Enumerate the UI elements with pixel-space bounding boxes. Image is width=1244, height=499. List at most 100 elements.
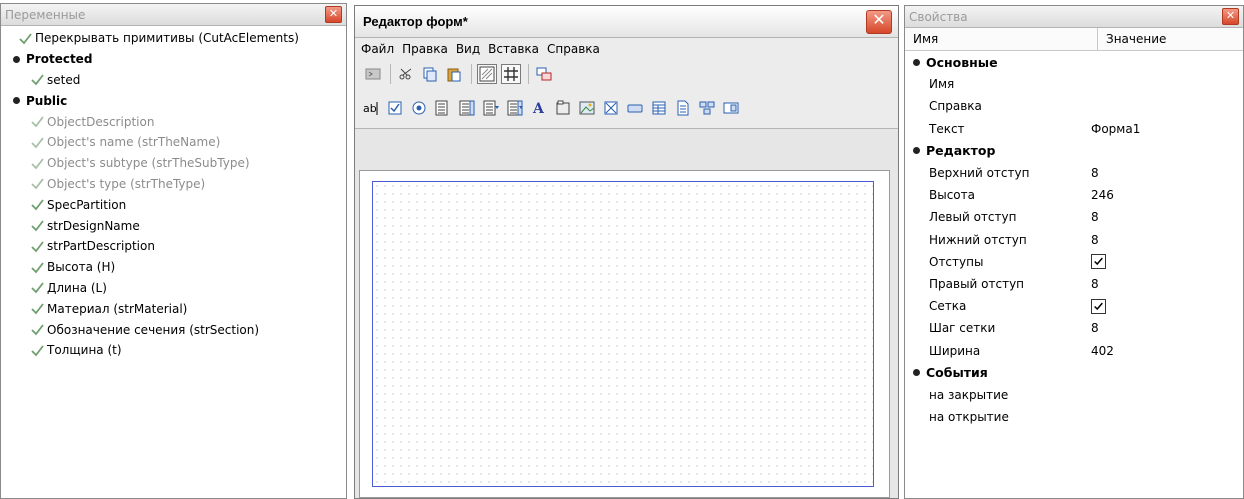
label-icon[interactable]: A (529, 98, 549, 118)
bullet-icon (913, 147, 920, 155)
tree-item-label: Public (26, 93, 68, 108)
property-row[interactable]: Верхний отступ 8 (905, 162, 1243, 184)
tree-item[interactable]: Перекрывать примитивы (CutAcElements) (1, 28, 346, 49)
grid-icon[interactable] (501, 64, 521, 84)
property-group-label: События (926, 365, 988, 381)
list-box-icon[interactable] (433, 98, 453, 118)
property-row[interactable]: Шаг сетки 8 (905, 317, 1243, 339)
property-key: Верхний отступ (929, 166, 1030, 181)
property-value[interactable]: Форма1 (1065, 122, 1140, 136)
show-form-icon[interactable] (477, 64, 497, 84)
close-icon[interactable]: ✕ (325, 6, 342, 23)
property-row[interactable]: на открытие (905, 406, 1243, 428)
checkbox-checked-icon[interactable] (1091, 254, 1106, 270)
menu-item[interactable]: Правка (402, 42, 448, 56)
property-key: Ширина (929, 343, 981, 358)
bullet-icon (913, 58, 920, 66)
tree-item-label: strPartDescription (47, 239, 155, 254)
tab-order-icon[interactable] (534, 64, 554, 84)
property-row[interactable]: Сетка (905, 295, 1243, 317)
property-checkbox[interactable] (1065, 254, 1106, 270)
tree-item-label: strDesignName (47, 218, 140, 233)
property-row[interactable]: Высота 246 (905, 184, 1243, 206)
property-row[interactable]: Ширина 402 (905, 339, 1243, 361)
checkbox-icon[interactable] (385, 98, 405, 118)
menu-item[interactable]: Справка (547, 42, 600, 56)
tree-item[interactable]: Высота (H) (1, 257, 346, 278)
form-editor-window: Редактор форм* ✕ Файл Правка Вид Вставка Спр… (354, 5, 899, 499)
property-key: Текст (929, 121, 965, 136)
property-value[interactable]: 8 (1065, 233, 1099, 247)
property-value[interactable]: 8 (1065, 277, 1099, 291)
controls-toolbar: ab A (355, 88, 898, 129)
bullet-icon (913, 369, 920, 377)
text-box-icon[interactable]: ab (361, 98, 381, 118)
checkbox-checked-icon[interactable] (1091, 298, 1106, 314)
cut-icon[interactable] (396, 64, 416, 84)
tree-item[interactable]: Object's subtype (strTheSubType) (1, 153, 346, 174)
menu-item[interactable]: Вставка (488, 42, 539, 56)
property-value[interactable]: 402 (1065, 344, 1114, 358)
tree-item[interactable]: Толщина (t) (1, 340, 346, 361)
tree-item[interactable]: ObjectDescription (1, 111, 346, 132)
property-checkbox[interactable] (1065, 298, 1106, 314)
frame-icon[interactable] (553, 98, 573, 118)
close-icon[interactable]: ✕ (1222, 8, 1239, 25)
page-icon[interactable] (673, 98, 693, 118)
properties-column-header: Имя Значение (905, 28, 1243, 51)
tree-group[interactable]: Protected (1, 49, 346, 70)
design-area[interactable] (359, 170, 890, 498)
button-icon[interactable] (625, 98, 645, 118)
tree-item-label: Толщина (t) (47, 343, 122, 358)
tree-item[interactable]: Object's name (strTheName) (1, 132, 346, 153)
tree-item[interactable]: Object's type (strTheType) (1, 174, 346, 195)
property-group[interactable]: Редактор (905, 140, 1243, 162)
svg-text:A: A (532, 101, 545, 116)
tree-icon[interactable] (697, 98, 717, 118)
tree-item-label: Object's type (strTheType) (47, 176, 206, 191)
property-value[interactable]: 246 (1065, 188, 1114, 202)
placeholder-icon[interactable] (601, 98, 621, 118)
property-row[interactable]: Текст Форма1 (905, 118, 1243, 140)
tree-item[interactable]: seted (1, 70, 346, 91)
edit-toolbar (355, 60, 898, 88)
property-group[interactable]: Основные (905, 51, 1243, 73)
check-icon (31, 116, 44, 128)
column-name[interactable]: Имя (905, 28, 1098, 50)
property-group[interactable]: События (905, 362, 1243, 384)
column-value[interactable]: Значение (1098, 28, 1166, 50)
property-value[interactable]: 8 (1065, 210, 1099, 224)
form-canvas[interactable] (372, 181, 874, 487)
property-row[interactable]: Имя (905, 73, 1243, 95)
tree-group[interactable]: Public (1, 90, 346, 111)
combo-edit-icon[interactable] (505, 98, 525, 118)
menu-item[interactable]: Файл (361, 42, 394, 56)
run-icon[interactable] (363, 64, 383, 84)
property-row[interactable]: Справка (905, 95, 1243, 117)
list-edit-icon[interactable] (457, 98, 477, 118)
tree-item[interactable]: strDesignName (1, 215, 346, 236)
property-row[interactable]: Правый отступ 8 (905, 273, 1243, 295)
table-icon[interactable] (649, 98, 669, 118)
paste-icon[interactable] (444, 64, 464, 84)
property-row[interactable]: Отступы (905, 251, 1243, 273)
tree-item[interactable]: Обозначение сечения (strSection) (1, 319, 346, 340)
image-icon[interactable] (577, 98, 597, 118)
property-row[interactable]: на закрытие (905, 384, 1243, 406)
tree-item[interactable]: Материал (strMaterial) (1, 298, 346, 319)
tree-item[interactable]: SpecPartition (1, 194, 346, 215)
property-row[interactable]: Левый отступ 8 (905, 206, 1243, 228)
property-value[interactable]: 8 (1065, 321, 1099, 335)
close-window-button[interactable]: ✕ (866, 9, 892, 34)
tree-item-label: Protected (26, 52, 93, 67)
tree-item[interactable]: strPartDescription (1, 236, 346, 257)
combo-box-icon[interactable] (481, 98, 501, 118)
property-value[interactable]: 8 (1065, 166, 1099, 180)
radio-icon[interactable] (409, 98, 429, 118)
copy-icon[interactable] (420, 64, 440, 84)
property-row[interactable]: Нижний отступ 8 (905, 229, 1243, 251)
menu-item[interactable]: Вид (456, 42, 480, 56)
tree-item[interactable]: Длина (L) (1, 278, 346, 299)
edit-button-icon[interactable] (721, 98, 741, 118)
property-key: Справка (929, 99, 982, 114)
